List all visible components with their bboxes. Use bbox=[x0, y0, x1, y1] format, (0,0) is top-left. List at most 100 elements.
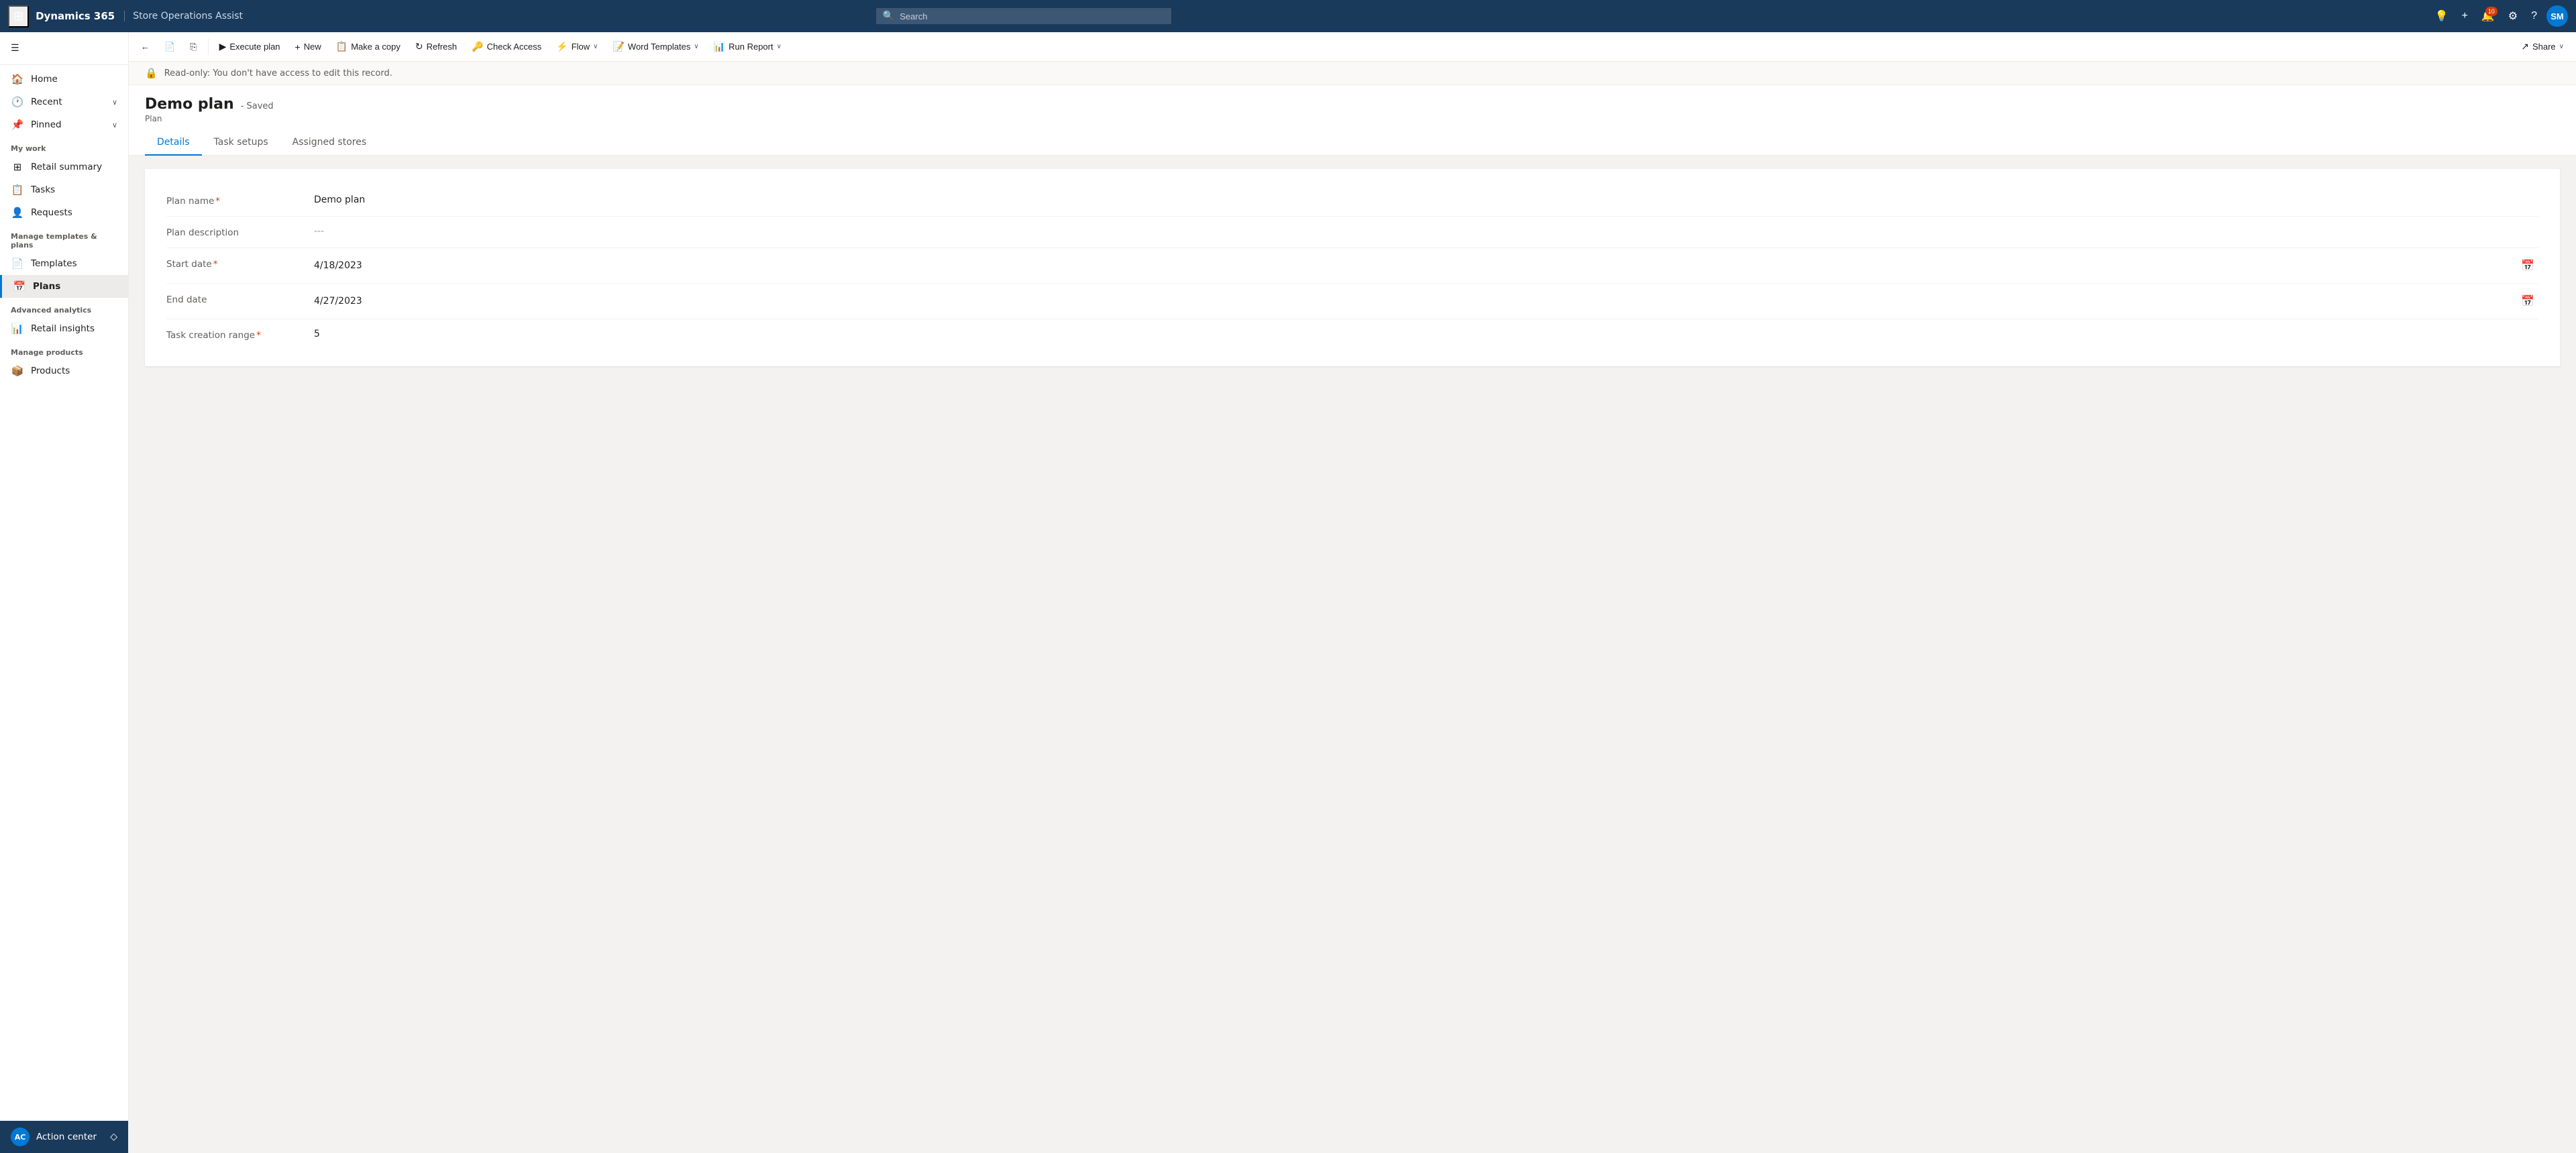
plan-description-value: --- bbox=[314, 226, 2538, 237]
copy-view-button[interactable]: ⎘ bbox=[183, 38, 203, 56]
plan-name-text: Demo plan bbox=[314, 195, 365, 205]
share-label: Share bbox=[2532, 42, 2556, 52]
sidebar-label-pinned: Pinned bbox=[31, 119, 62, 130]
sidebar-top: ☰ bbox=[0, 32, 128, 65]
sidebar-label-products: Products bbox=[31, 366, 70, 376]
refresh-label: Refresh bbox=[427, 42, 458, 52]
manage-templates-section-label: Manage templates & plans bbox=[0, 224, 128, 252]
sidebar-item-recent[interactable]: 🕐 Recent ∨ bbox=[0, 91, 128, 113]
flow-label: Flow bbox=[572, 42, 590, 52]
app-title: Dynamics 365 bbox=[36, 10, 115, 22]
action-center-button[interactable]: AC Action center ◇ bbox=[0, 1121, 128, 1153]
diamond-icon: ◇ bbox=[110, 1132, 117, 1142]
new-label: New bbox=[304, 42, 321, 52]
tab-assigned-stores[interactable]: Assigned stores bbox=[280, 130, 378, 156]
flow-button[interactable]: ⚡ Flow ∨ bbox=[549, 37, 604, 56]
add-button[interactable]: + bbox=[2457, 6, 2471, 26]
search-icon: 🔍 bbox=[883, 11, 894, 21]
top-navigation: ⊞ Dynamics 365 Store Operations Assist 🔍… bbox=[0, 0, 2576, 32]
products-icon: 📦 bbox=[11, 365, 24, 377]
start-date-required-marker: * bbox=[213, 259, 218, 270]
make-copy-icon: 📋 bbox=[336, 41, 347, 52]
waffle-menu-button[interactable]: ⊞ bbox=[8, 5, 29, 28]
execute-plan-button[interactable]: ▶ Execute plan bbox=[213, 37, 287, 56]
action-center-avatar: AC bbox=[11, 1128, 30, 1146]
refresh-button[interactable]: ↻ Refresh bbox=[409, 37, 464, 56]
search-input[interactable] bbox=[900, 11, 1165, 21]
sidebar-item-requests[interactable]: 👤 Requests bbox=[0, 201, 128, 224]
new-button[interactable]: + New bbox=[288, 38, 328, 56]
app-name: Store Operations Assist bbox=[124, 11, 243, 21]
execute-plan-label: Execute plan bbox=[229, 42, 280, 52]
manage-products-section-label: Manage products bbox=[0, 340, 128, 360]
word-icon: 📝 bbox=[612, 41, 624, 52]
tab-details[interactable]: Details bbox=[145, 130, 202, 156]
sidebar-label-home: Home bbox=[31, 74, 58, 85]
end-date-calendar-button[interactable]: 📅 bbox=[2517, 293, 2538, 309]
run-report-button[interactable]: 📊 Run Report ∨ bbox=[707, 37, 788, 56]
word-templates-button[interactable]: 📝 Word Templates ∨ bbox=[606, 37, 705, 56]
sidebar-item-retail-insights[interactable]: 📊 Retail insights bbox=[0, 317, 128, 340]
requests-icon: 👤 bbox=[11, 207, 24, 219]
sidebar-toggle-button[interactable]: ☰ bbox=[0, 38, 128, 59]
record-header: Demo plan - Saved Plan Details Task setu… bbox=[129, 85, 2576, 156]
sidebar-label-retail-summary: Retail summary bbox=[31, 162, 102, 172]
start-date-label: Start date* bbox=[166, 258, 314, 270]
sidebar-item-retail-summary[interactable]: ⊞ Retail summary bbox=[0, 156, 128, 178]
record-title: Demo plan bbox=[145, 96, 234, 113]
templates-icon: 📄 bbox=[11, 258, 24, 270]
sidebar-item-pinned[interactable]: 📌 Pinned ∨ bbox=[0, 113, 128, 136]
make-copy-button[interactable]: 📋 Make a copy bbox=[329, 37, 407, 56]
share-chevron-icon: ∨ bbox=[2559, 43, 2564, 50]
lightbulb-button[interactable]: 💡 bbox=[2431, 5, 2453, 27]
readonly-message: Read-only: You don't have access to edit… bbox=[164, 68, 392, 78]
tasks-icon: 📋 bbox=[11, 184, 24, 196]
start-date-calendar-button[interactable]: 📅 bbox=[2517, 258, 2538, 274]
recent-icon: 🕐 bbox=[11, 96, 24, 108]
user-avatar-button[interactable]: SM bbox=[2546, 5, 2568, 27]
make-copy-label: Make a copy bbox=[351, 42, 400, 52]
flow-chevron-icon: ∨ bbox=[593, 43, 598, 50]
form-row-task-creation-range: Task creation range* 5 bbox=[166, 319, 2538, 350]
plans-icon: 📅 bbox=[13, 280, 26, 292]
check-access-button[interactable]: 🔑 Check Access bbox=[465, 37, 548, 56]
form-row-plan-name: Plan name* Demo plan bbox=[166, 185, 2538, 217]
record-area: 🔒 Read-only: You don't have access to ed… bbox=[129, 62, 2576, 1153]
share-icon: ↗ bbox=[2521, 41, 2529, 52]
form-row-start-date: Start date* 4/18/2023 📅 bbox=[166, 248, 2538, 284]
word-templates-chevron-icon: ∨ bbox=[694, 43, 698, 50]
sidebar-label-templates: Templates bbox=[31, 258, 77, 269]
record-saved-status: - Saved bbox=[241, 101, 274, 111]
settings-button[interactable]: ⚙ bbox=[2504, 5, 2522, 27]
command-bar: ← 📄 ⎘ ▶ Execute plan + New 📋 Make a copy bbox=[129, 32, 2576, 62]
advanced-analytics-section-label: Advanced analytics bbox=[0, 298, 128, 317]
sidebar-item-home[interactable]: 🏠 Home bbox=[0, 68, 128, 91]
sidebar-item-tasks[interactable]: 📋 Tasks bbox=[0, 178, 128, 201]
readonly-banner: 🔒 Read-only: You don't have access to ed… bbox=[129, 62, 2576, 85]
back-button[interactable]: ← bbox=[134, 38, 156, 56]
home-icon: 🏠 bbox=[11, 73, 24, 85]
task-creation-range-required-marker: * bbox=[256, 330, 261, 341]
tab-task-setups[interactable]: Task setups bbox=[202, 130, 280, 156]
new-icon: + bbox=[295, 42, 301, 52]
sidebar-item-templates[interactable]: 📄 Templates bbox=[0, 252, 128, 275]
search-box[interactable]: 🔍 bbox=[876, 8, 1171, 24]
insights-icon: 📊 bbox=[11, 323, 24, 335]
notification-button[interactable]: 🔔 10 bbox=[2477, 5, 2499, 27]
record-entity: Plan bbox=[145, 114, 2560, 123]
task-creation-range-label: Task creation range* bbox=[166, 329, 314, 341]
sidebar-item-products[interactable]: 📦 Products bbox=[0, 360, 128, 382]
notification-badge: 10 bbox=[2485, 7, 2498, 16]
copy-icon: ⎘ bbox=[190, 42, 197, 52]
share-button[interactable]: ↗ Share ∨ bbox=[2514, 37, 2571, 56]
plan-name-value: Demo plan bbox=[314, 195, 2538, 205]
back-icon: ← bbox=[141, 42, 150, 52]
sidebar-label-recent: Recent bbox=[31, 97, 62, 107]
run-report-label: Run Report bbox=[729, 42, 773, 52]
help-button[interactable]: ? bbox=[2527, 6, 2541, 26]
sidebar-item-plans[interactable]: 📅 Plans bbox=[0, 275, 128, 298]
start-date-text: 4/18/2023 bbox=[314, 260, 362, 271]
doc-view-button[interactable]: 📄 bbox=[158, 38, 182, 56]
document-icon: 📄 bbox=[164, 42, 175, 52]
sidebar-label-tasks: Tasks bbox=[31, 184, 55, 195]
